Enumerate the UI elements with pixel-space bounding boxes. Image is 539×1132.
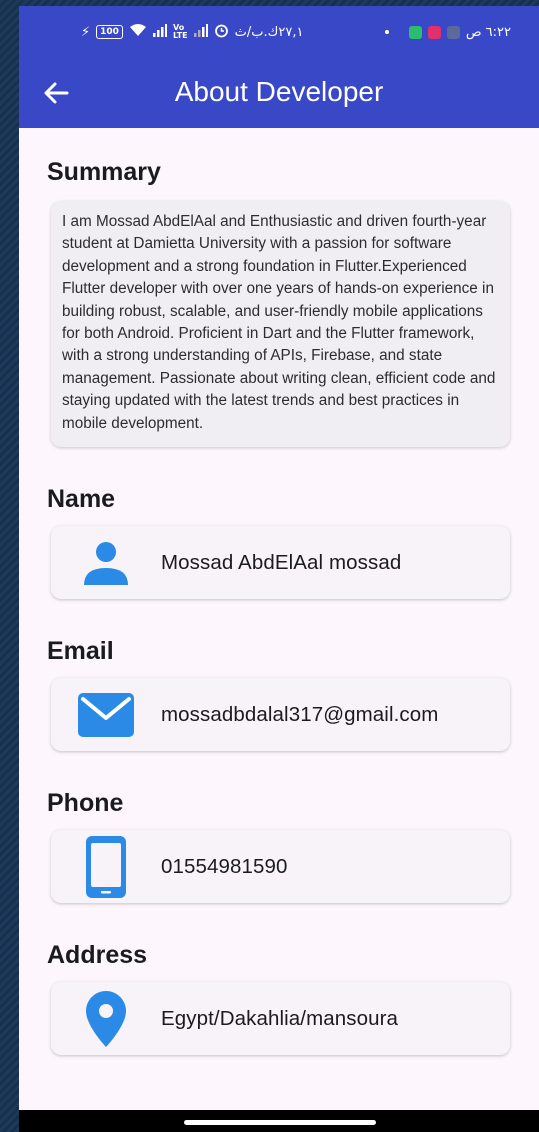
signal-2-icon (193, 23, 208, 41)
status-icons-left: ⚡ 100 Vo LTE ٢٧,١ك.ب/ث (81, 23, 303, 42)
main-content: Summary I am Mossad AbdElAal and Enthusi… (19, 158, 539, 1056)
location-pin-icon (51, 990, 161, 1047)
summary-card: I am Mossad AbdElAal and Enthusiastic an… (51, 201, 510, 448)
phone-card[interactable]: 01554981590 (51, 830, 510, 904)
summary-heading: Summary (47, 158, 161, 186)
notification-dot-icon (384, 30, 389, 34)
phone-value: 01554981590 (161, 854, 288, 878)
address-card[interactable]: Egypt/Dakahlia/mansoura (51, 982, 510, 1056)
battery-icon: 100 (96, 25, 123, 39)
system-nav-bar (19, 1110, 539, 1132)
page-title: About Developer (174, 76, 384, 107)
app-notification-2-icon (446, 25, 460, 39)
email-icon (51, 692, 161, 737)
network-speed: ٢٧,١ك.ب/ث (234, 24, 304, 40)
person-icon (51, 539, 161, 587)
address-heading: Address (47, 941, 148, 970)
status-icons-right: ٦:٢٢ ص (384, 24, 511, 40)
instagram-icon (427, 25, 441, 39)
status-bar: ⚡ 100 Vo LTE ٢٧,١ك.ب/ث ٦:٢٢ ص (19, 6, 539, 58)
status-time: ٦:٢٢ ص (465, 24, 511, 40)
charging-icon: ⚡ (81, 24, 91, 40)
phone-screen: ⚡ 100 Vo LTE ٢٧,١ك.ب/ث ٦:٢٢ ص About Deve… (19, 6, 539, 1132)
home-gesture-handle[interactable] (184, 1120, 376, 1125)
email-card[interactable]: mossadbdalal317@gmail.com (51, 678, 510, 752)
address-value: Egypt/Dakahlia/mansoura (161, 1006, 399, 1030)
email-value: mossadbdalal317@gmail.com (161, 702, 439, 726)
wifi-icon (129, 23, 147, 41)
name-heading: Name (47, 485, 116, 514)
phone-heading: Phone (47, 789, 124, 818)
name-value: Mossad AbdElAal mossad (161, 550, 402, 574)
app-bar: About Developer (19, 58, 539, 128)
app-notification-icon (408, 25, 422, 39)
email-heading: Email (47, 637, 114, 666)
name-card[interactable]: Mossad AbdElAal mossad (51, 526, 510, 600)
smartphone-icon (51, 835, 161, 898)
alarm-icon (214, 23, 229, 42)
signal-icon (152, 23, 167, 41)
volte-icon: Vo LTE (172, 23, 188, 40)
